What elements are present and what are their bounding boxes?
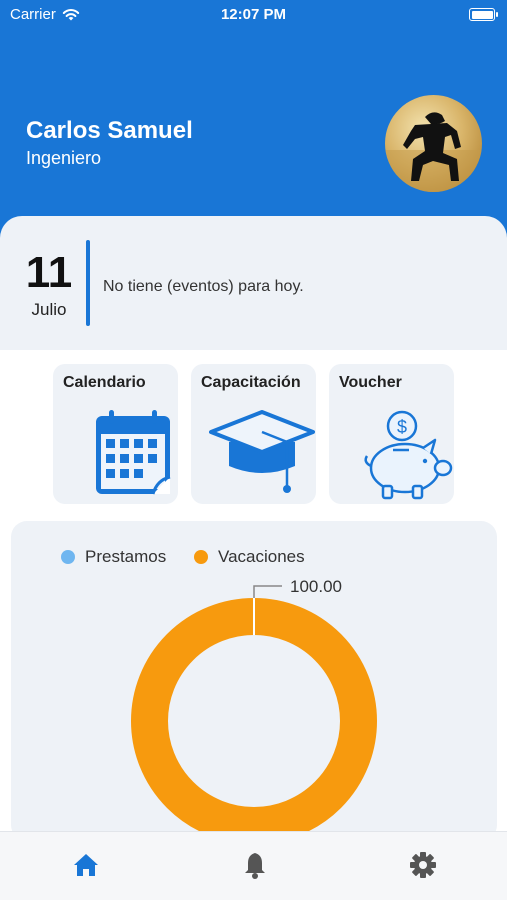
user-name: Carlos Samuel: [26, 117, 193, 144]
calendar-tile-label: Calendario: [63, 374, 146, 391]
clock: 12:07 PM: [220, 6, 287, 23]
legend-dot-vacaciones: [194, 550, 208, 564]
legend-item-vacaciones[interactable]: Vacaciones: [194, 547, 305, 567]
user-role: Ingeniero: [26, 148, 102, 168]
calendar-icon: [96, 410, 171, 495]
legend-dot-prestamos: [61, 550, 75, 564]
events-message: No tiene (eventos) para hoy.: [103, 278, 304, 295]
graduation-cap-icon: [209, 410, 315, 493]
bell-icon[interactable]: [240, 850, 270, 880]
voucher-tile[interactable]: Voucher $: [329, 364, 454, 504]
bottom-nav: [0, 831, 507, 900]
home-icon[interactable]: [71, 850, 101, 880]
legend-item-prestamos[interactable]: Prestamos: [61, 547, 166, 567]
battery-icon: [469, 8, 498, 21]
legend-label-prestamos: Prestamos: [85, 547, 167, 566]
status-bar: Carrier 12:07 PM: [0, 0, 507, 30]
date-divider: [86, 240, 90, 326]
svg-text:$: $: [397, 417, 407, 437]
piggy-bank-icon: $: [364, 410, 453, 500]
today-month: Julio: [31, 300, 67, 319]
settings-icon[interactable]: [408, 850, 438, 880]
training-tile-label: Capacitación: [201, 374, 301, 391]
voucher-tile-label: Voucher: [339, 374, 402, 391]
today-day: 11: [25, 248, 73, 297]
donut-data-label: 100.00: [290, 577, 342, 596]
donut-chart: 100.00: [131, 577, 377, 831]
avatar-silhouette: [385, 112, 482, 192]
calendar-tile[interactable]: Calendario: [53, 364, 178, 504]
donut-slice-vacaciones[interactable]: [131, 598, 377, 831]
training-tile[interactable]: Capacitación: [191, 364, 316, 504]
data-label-leader: [253, 585, 282, 598]
legend-label-vacaciones: Vacaciones: [218, 547, 305, 566]
avatar[interactable]: [385, 95, 482, 192]
